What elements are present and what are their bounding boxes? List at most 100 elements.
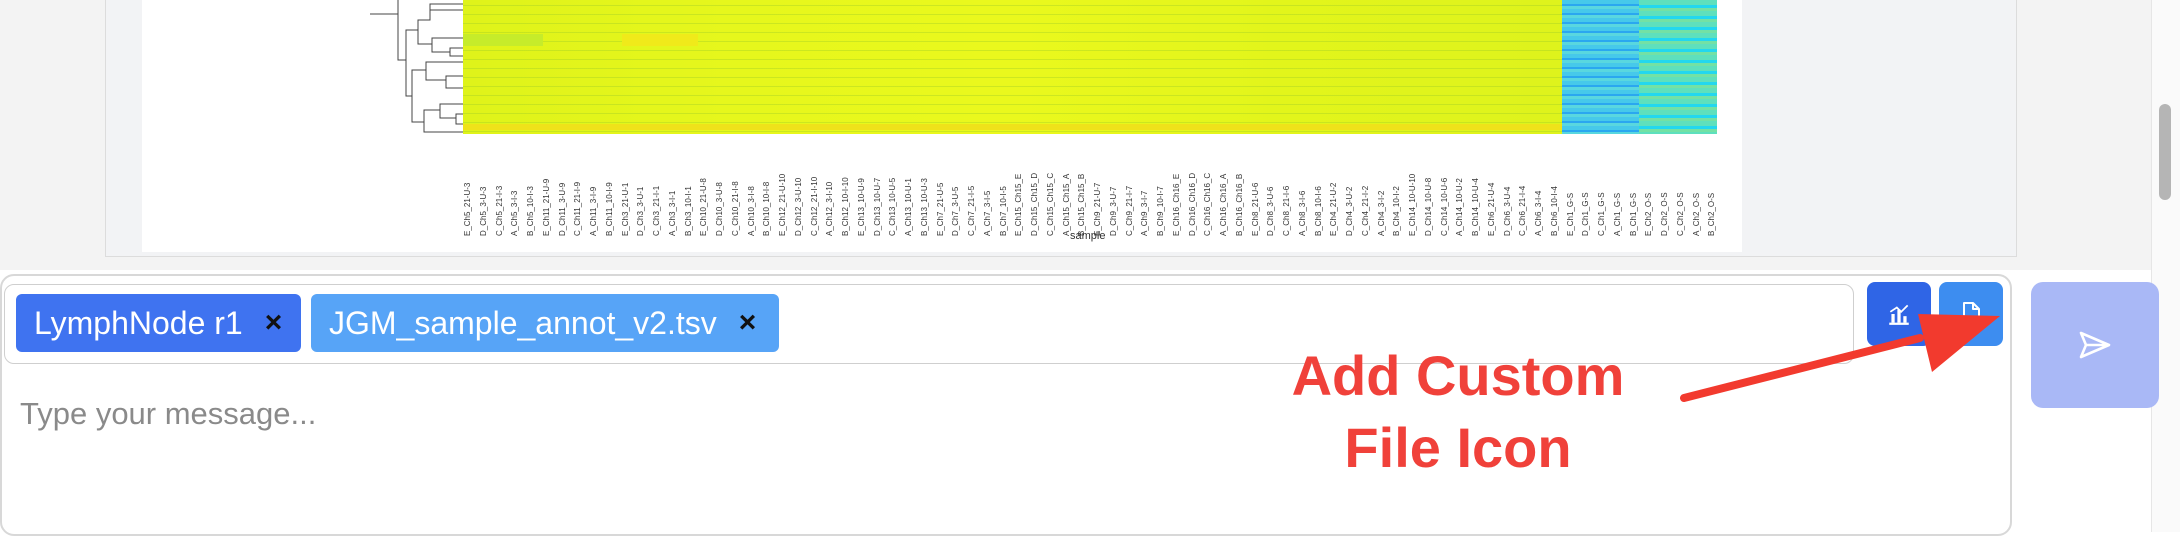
column-label: B_Ch8_10-I-6 [1313, 186, 1323, 236]
column-label: A_Ch2_O-S [1691, 192, 1701, 236]
column-label: D_Ch8_3-U-6 [1266, 186, 1276, 236]
column-label: A_Ch15_Ch15_A [1061, 173, 1071, 236]
send-icon [2079, 331, 2111, 359]
column-label: C_Ch4_21-I-2 [1360, 185, 1370, 236]
annotation-label: Add Custom File Icon [1258, 340, 1658, 484]
column-label: B_Ch13_10-U-3 [919, 178, 929, 236]
annotation-line-1: Add Custom [1291, 344, 1625, 407]
column-label: C_Ch8_21-I-6 [1282, 185, 1291, 236]
heatmap-cell-block [622, 34, 698, 46]
column-label: D_Ch4_3-U-2 [1345, 186, 1354, 236]
attachment-chip-sample-annot[interactable]: JGM_sample_annot_v2.tsv × [311, 294, 779, 352]
column-label: E_Ch4_21-U-2 [1329, 182, 1339, 236]
heatmap-cell-block [463, 34, 543, 46]
attachment-label: LymphNode r1 [34, 304, 243, 341]
column-label: C_Ch12_21-I-10 [809, 176, 819, 236]
column-label: A_Ch5_3-I-3 [510, 190, 520, 236]
send-button[interactable] [2031, 282, 2159, 408]
column-label: D_Ch13_10-U-7 [872, 177, 882, 236]
column-label: A_Ch4_3-I-2 [1376, 190, 1386, 236]
column-label: C_Ch10_21-I-8 [730, 181, 740, 236]
column-label: E_Ch6_21-U-4 [1486, 182, 1496, 236]
column-label: A_Ch11_3-I-9 [589, 186, 598, 236]
attachment-chip-lymphnode[interactable]: LymphNode r1 × [16, 294, 301, 352]
column-label: D_Ch2_O-S [1660, 192, 1669, 236]
column-label: E_Ch1_G-S [1565, 192, 1575, 236]
column-label: E_Ch11_21-U-9 [541, 178, 551, 236]
column-label: E_Ch3_21-U-1 [620, 182, 630, 236]
column-label: D_Ch9_3-U-7 [1108, 186, 1118, 236]
annotation-arrow [1680, 314, 2000, 402]
attachment-label: JGM_sample_annot_v2.tsv [329, 304, 717, 341]
column-label: D_Ch11_3-U-9 [557, 182, 567, 236]
column-label: C_Ch7_21-I-5 [967, 185, 976, 236]
heatmap-row-band [463, 124, 1562, 130]
column-label: D_Ch14_10-U-8 [1423, 177, 1433, 236]
column-label: E_Ch13_10-U-9 [856, 178, 866, 236]
column-label: B_Ch11_10-I-9 [604, 182, 614, 236]
column-label: C_Ch5_21-I-3 [494, 185, 504, 236]
column-label: C_Ch15_Ch15_C [1045, 172, 1055, 236]
column-label: C_Ch1_G-S [1597, 192, 1606, 236]
column-label: D_Ch1_G-S [1581, 192, 1591, 236]
x-axis-title: sample [1070, 230, 1106, 242]
column-label: B_Ch2_O-S [1707, 192, 1717, 236]
annotation-line-2: File Icon [1344, 416, 1572, 479]
column-label: B_Ch6_10-I-4 [1549, 186, 1559, 236]
column-label: A_Ch6_3-I-4 [1534, 190, 1543, 236]
column-label: A_Ch7_3-I-5 [982, 190, 992, 236]
column-label: D_Ch7_3-U-5 [951, 186, 961, 236]
column-label: A_Ch8_3-I-6 [1297, 190, 1307, 236]
column-label: E_Ch8_21-U-6 [1250, 182, 1260, 236]
column-label: C_Ch14_10-U-6 [1439, 177, 1449, 236]
heatmap-grid [463, 0, 1562, 134]
column-label: D_Ch15_Ch15_D [1030, 172, 1039, 236]
column-label: A_Ch3_3-I-1 [667, 190, 677, 236]
heatmap-column-labels: E_Ch5_21-U-3 D_Ch5_3-U-3 C_Ch5_21-I-3 A_Ch5… [463, 148, 1717, 236]
column-label: A_Ch12_3-I-10 [825, 181, 835, 236]
column-label: A_Ch13_10-U-1 [904, 178, 913, 236]
column-label: D_Ch12_3-U-10 [793, 177, 803, 236]
column-label: E_Ch7_21-U-5 [935, 182, 945, 236]
heatmap-cluster-o [1639, 0, 1717, 134]
dendrogram [370, 0, 463, 133]
message-input[interactable] [18, 388, 1222, 440]
column-label: E_Ch2_O-S [1644, 192, 1654, 236]
column-label: E_Ch16_Ch16_E [1171, 173, 1181, 236]
column-label: B_Ch9_10-I-7 [1156, 186, 1165, 236]
column-label: E_Ch9_21-U-7 [1093, 182, 1102, 236]
scrollbar-thumb[interactable] [2159, 104, 2171, 200]
column-label: C_Ch2_O-S [1675, 192, 1685, 236]
column-label: B_Ch7_10-I-5 [998, 186, 1008, 236]
column-label: A_Ch10_3-I-8 [746, 186, 756, 236]
column-label: D_Ch10_3-U-8 [715, 182, 724, 236]
heatmap-cluster-g [1562, 0, 1639, 134]
column-label: A_Ch14_10-U-2 [1455, 178, 1465, 236]
column-label: E_Ch10_21-U-8 [699, 178, 709, 236]
column-label: B_Ch4_10-I-2 [1392, 186, 1402, 236]
column-label: B_Ch1_G-S [1628, 192, 1638, 236]
column-label: D_Ch5_3-U-3 [478, 186, 488, 236]
page-scrollbar[interactable] [2151, 0, 2180, 532]
column-label: B_Ch16_Ch16_B [1234, 173, 1244, 236]
column-label: B_Ch10_10-I-8 [762, 181, 772, 236]
column-label: C_Ch11_21-I-9 [573, 181, 583, 236]
column-label: C_Ch16_Ch16_C [1203, 172, 1213, 236]
column-label: E_Ch12_21-U-10 [778, 173, 787, 236]
remove-attachment-button[interactable]: × [739, 306, 757, 340]
column-label: E_Ch14_10-U-10 [1408, 173, 1417, 236]
column-label: C_Ch9_21-I-7 [1124, 185, 1134, 236]
column-label: B_Ch12_10-I-10 [841, 177, 850, 236]
column-label: B_Ch5_10-I-3 [526, 186, 535, 236]
remove-attachment-button[interactable]: × [265, 306, 283, 340]
column-label: D_Ch3_3-U-1 [636, 186, 646, 236]
column-label: D_Ch6_3-U-4 [1502, 186, 1512, 236]
column-label: E_Ch15_Ch15_E [1014, 173, 1024, 236]
column-label: B_Ch14_10-U-4 [1471, 178, 1480, 236]
column-label: D_Ch16_Ch16_D [1187, 172, 1197, 236]
column-label: A_Ch9_3-I-7 [1140, 190, 1150, 236]
column-label: E_Ch5_21-U-3 [463, 182, 472, 236]
column-label: B_Ch15_Ch15_B [1077, 173, 1087, 236]
column-label: C_Ch6_21-I-4 [1518, 185, 1528, 236]
column-label: C_Ch13_10-U-5 [888, 177, 898, 236]
